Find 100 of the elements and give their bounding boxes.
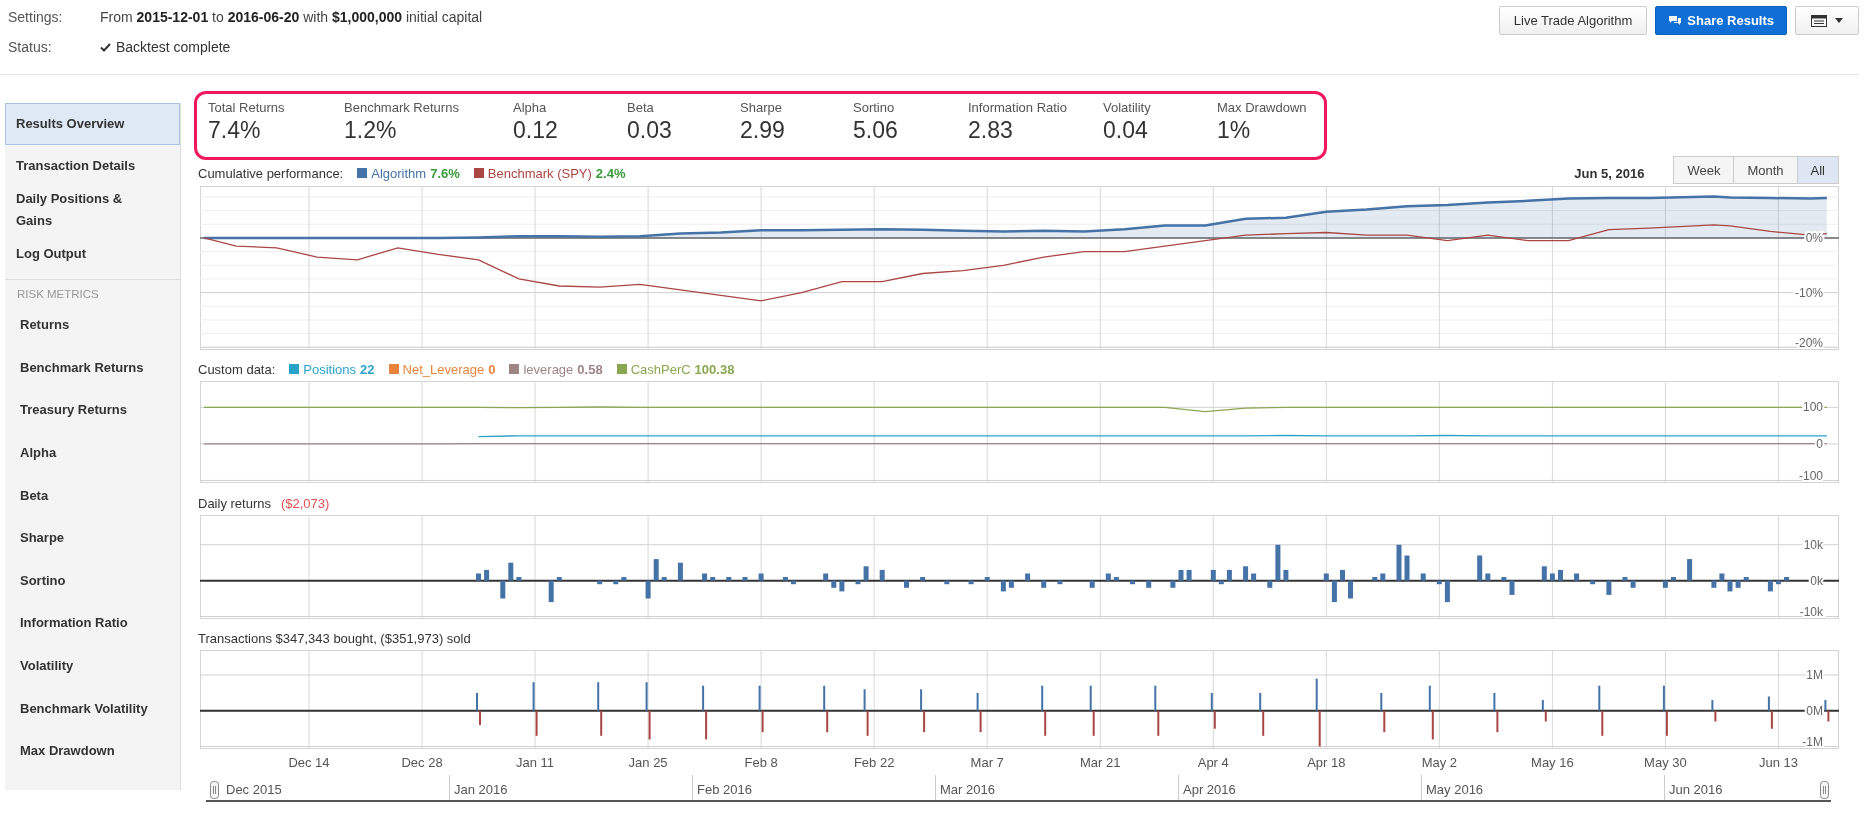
range-tab[interactable]: Week: [1673, 156, 1735, 184]
bar: [1606, 580, 1612, 595]
bar: [1727, 580, 1733, 592]
range-navigator[interactable]: Dec 2015 Jan 2016 Feb 2016 Mar 2016 Apr 2016 May 2016 Jun 2016: [206, 775, 1831, 802]
chart-title: Daily returns: [198, 495, 271, 511]
bar: [782, 577, 788, 581]
metric-label: Volatility: [1103, 100, 1152, 116]
bar: [1130, 580, 1135, 585]
chart-title: Custom data:: [198, 361, 276, 377]
bar: [1396, 544, 1402, 581]
view-menu-button[interactable]: [1795, 6, 1859, 35]
bar: [1113, 577, 1119, 581]
sidebar-item[interactable]: Sharpe: [5, 516, 180, 560]
bar: [1444, 580, 1450, 603]
sidebar-item[interactable]: Benchmark Returns: [5, 346, 180, 390]
navigator-label: Dec 2015: [225, 781, 283, 799]
sidebar-item[interactable]: Volatility: [5, 644, 180, 688]
chart-title: Transactions $347,343 bought, ($351,973) sold: [198, 630, 471, 646]
bar: [1711, 580, 1717, 588]
sidebar-item[interactable]: Log Output: [5, 233, 180, 275]
bar: [1775, 580, 1781, 585]
bar: [1186, 569, 1192, 581]
bar: [1348, 580, 1353, 599]
bar: [1210, 569, 1216, 581]
metric-label: Benchmark Returns: [344, 100, 460, 116]
axis-label: Jan 11: [516, 755, 555, 770]
legend-name: Benchmark (SPY): [487, 165, 592, 181]
legend-name: CashPerC: [630, 361, 691, 377]
bar: [1420, 573, 1426, 581]
axis-label: Feb 22: [853, 755, 895, 770]
axis-label: Apr 18: [1307, 755, 1346, 770]
bar: [1541, 566, 1547, 581]
bar: [742, 577, 748, 581]
legend-name: Net_Leverage: [402, 361, 485, 377]
axis-label: May 16: [1531, 755, 1574, 770]
axis-label: May 30: [1644, 755, 1687, 770]
range-tab[interactable]: Month: [1733, 156, 1798, 184]
bar: [1283, 569, 1289, 581]
sidebar-item[interactable]: Information Ratio: [5, 602, 180, 645]
sidebar-item[interactable]: Benchmark Volatility: [5, 687, 180, 730]
bar: [823, 573, 829, 581]
bar: [920, 577, 926, 581]
bar: [1380, 573, 1386, 581]
chart-title: Cumulative performance:: [198, 165, 344, 181]
scroll-handle-icon[interactable]: [1820, 781, 1829, 799]
sidebar-item[interactable]: Max Drawdown: [5, 729, 180, 773]
bar: [1630, 580, 1636, 588]
axis-label: Apr 4: [1197, 755, 1229, 770]
bar: [1372, 577, 1378, 581]
legend-value: 100.38: [694, 361, 735, 377]
bar: [1025, 573, 1031, 581]
sidebar-item[interactable]: Transaction Details: [5, 145, 180, 187]
bar: [1105, 573, 1111, 581]
bar: [597, 580, 603, 585]
sidebar-item[interactable]: Sortino: [5, 559, 180, 603]
sidebar-item[interactable]: Daily Positions & Gains: [5, 187, 180, 233]
bar: [863, 566, 869, 581]
bar: [968, 580, 974, 585]
legend-value: 22: [360, 361, 375, 377]
range-tab[interactable]: All: [1796, 156, 1839, 184]
legend-value: 2.4%: [595, 165, 626, 181]
bar: [984, 577, 990, 581]
navigator-label: Apr 2016: [1178, 775, 1421, 800]
bar: [1767, 580, 1773, 592]
legend-value: 7.6%: [430, 165, 460, 181]
bar: [1477, 555, 1483, 581]
chat-icon: [1668, 14, 1683, 27]
bar: [1719, 573, 1725, 581]
scroll-handle-icon[interactable]: [210, 781, 219, 799]
bar: [613, 580, 619, 585]
axis-label: -20%: [1795, 336, 1823, 350]
bar: [758, 573, 764, 581]
share-button[interactable]: Share Results: [1655, 6, 1787, 35]
bar: [1226, 569, 1232, 581]
bar: [831, 580, 837, 588]
live-trade-button[interactable]: Live Trade Algorithm: [1498, 6, 1648, 35]
bar: [1671, 577, 1676, 581]
sidebar-item[interactable]: Alpha: [5, 431, 180, 475]
bar: [1146, 580, 1152, 588]
bar: [1218, 580, 1224, 585]
settings-label: Settings:: [8, 8, 64, 27]
status-text: Backtest complete: [116, 38, 231, 57]
sidebar-item[interactable]: Results Overview: [5, 103, 180, 145]
metric-value: 2.83: [968, 116, 1014, 144]
sidebar-item[interactable]: Beta: [5, 474, 180, 517]
sidebar-item[interactable]: Treasury Returns: [5, 389, 180, 432]
axis-label: Mar 21: [1080, 755, 1121, 770]
axis-label: Mar 7: [970, 755, 1004, 770]
bar: [855, 580, 861, 585]
navigator-label: Jan 2016: [449, 775, 692, 800]
bar: [1558, 569, 1563, 581]
bar: [879, 569, 885, 581]
axis-label: -10k: [1799, 605, 1823, 619]
bar: [556, 577, 562, 581]
sidebar-item[interactable]: Returns: [5, 304, 180, 347]
axis-label: 1M: [1806, 668, 1823, 682]
bar: [1735, 580, 1741, 588]
bar: [1331, 580, 1337, 603]
bar: [1743, 577, 1749, 581]
bar: [1170, 580, 1176, 588]
